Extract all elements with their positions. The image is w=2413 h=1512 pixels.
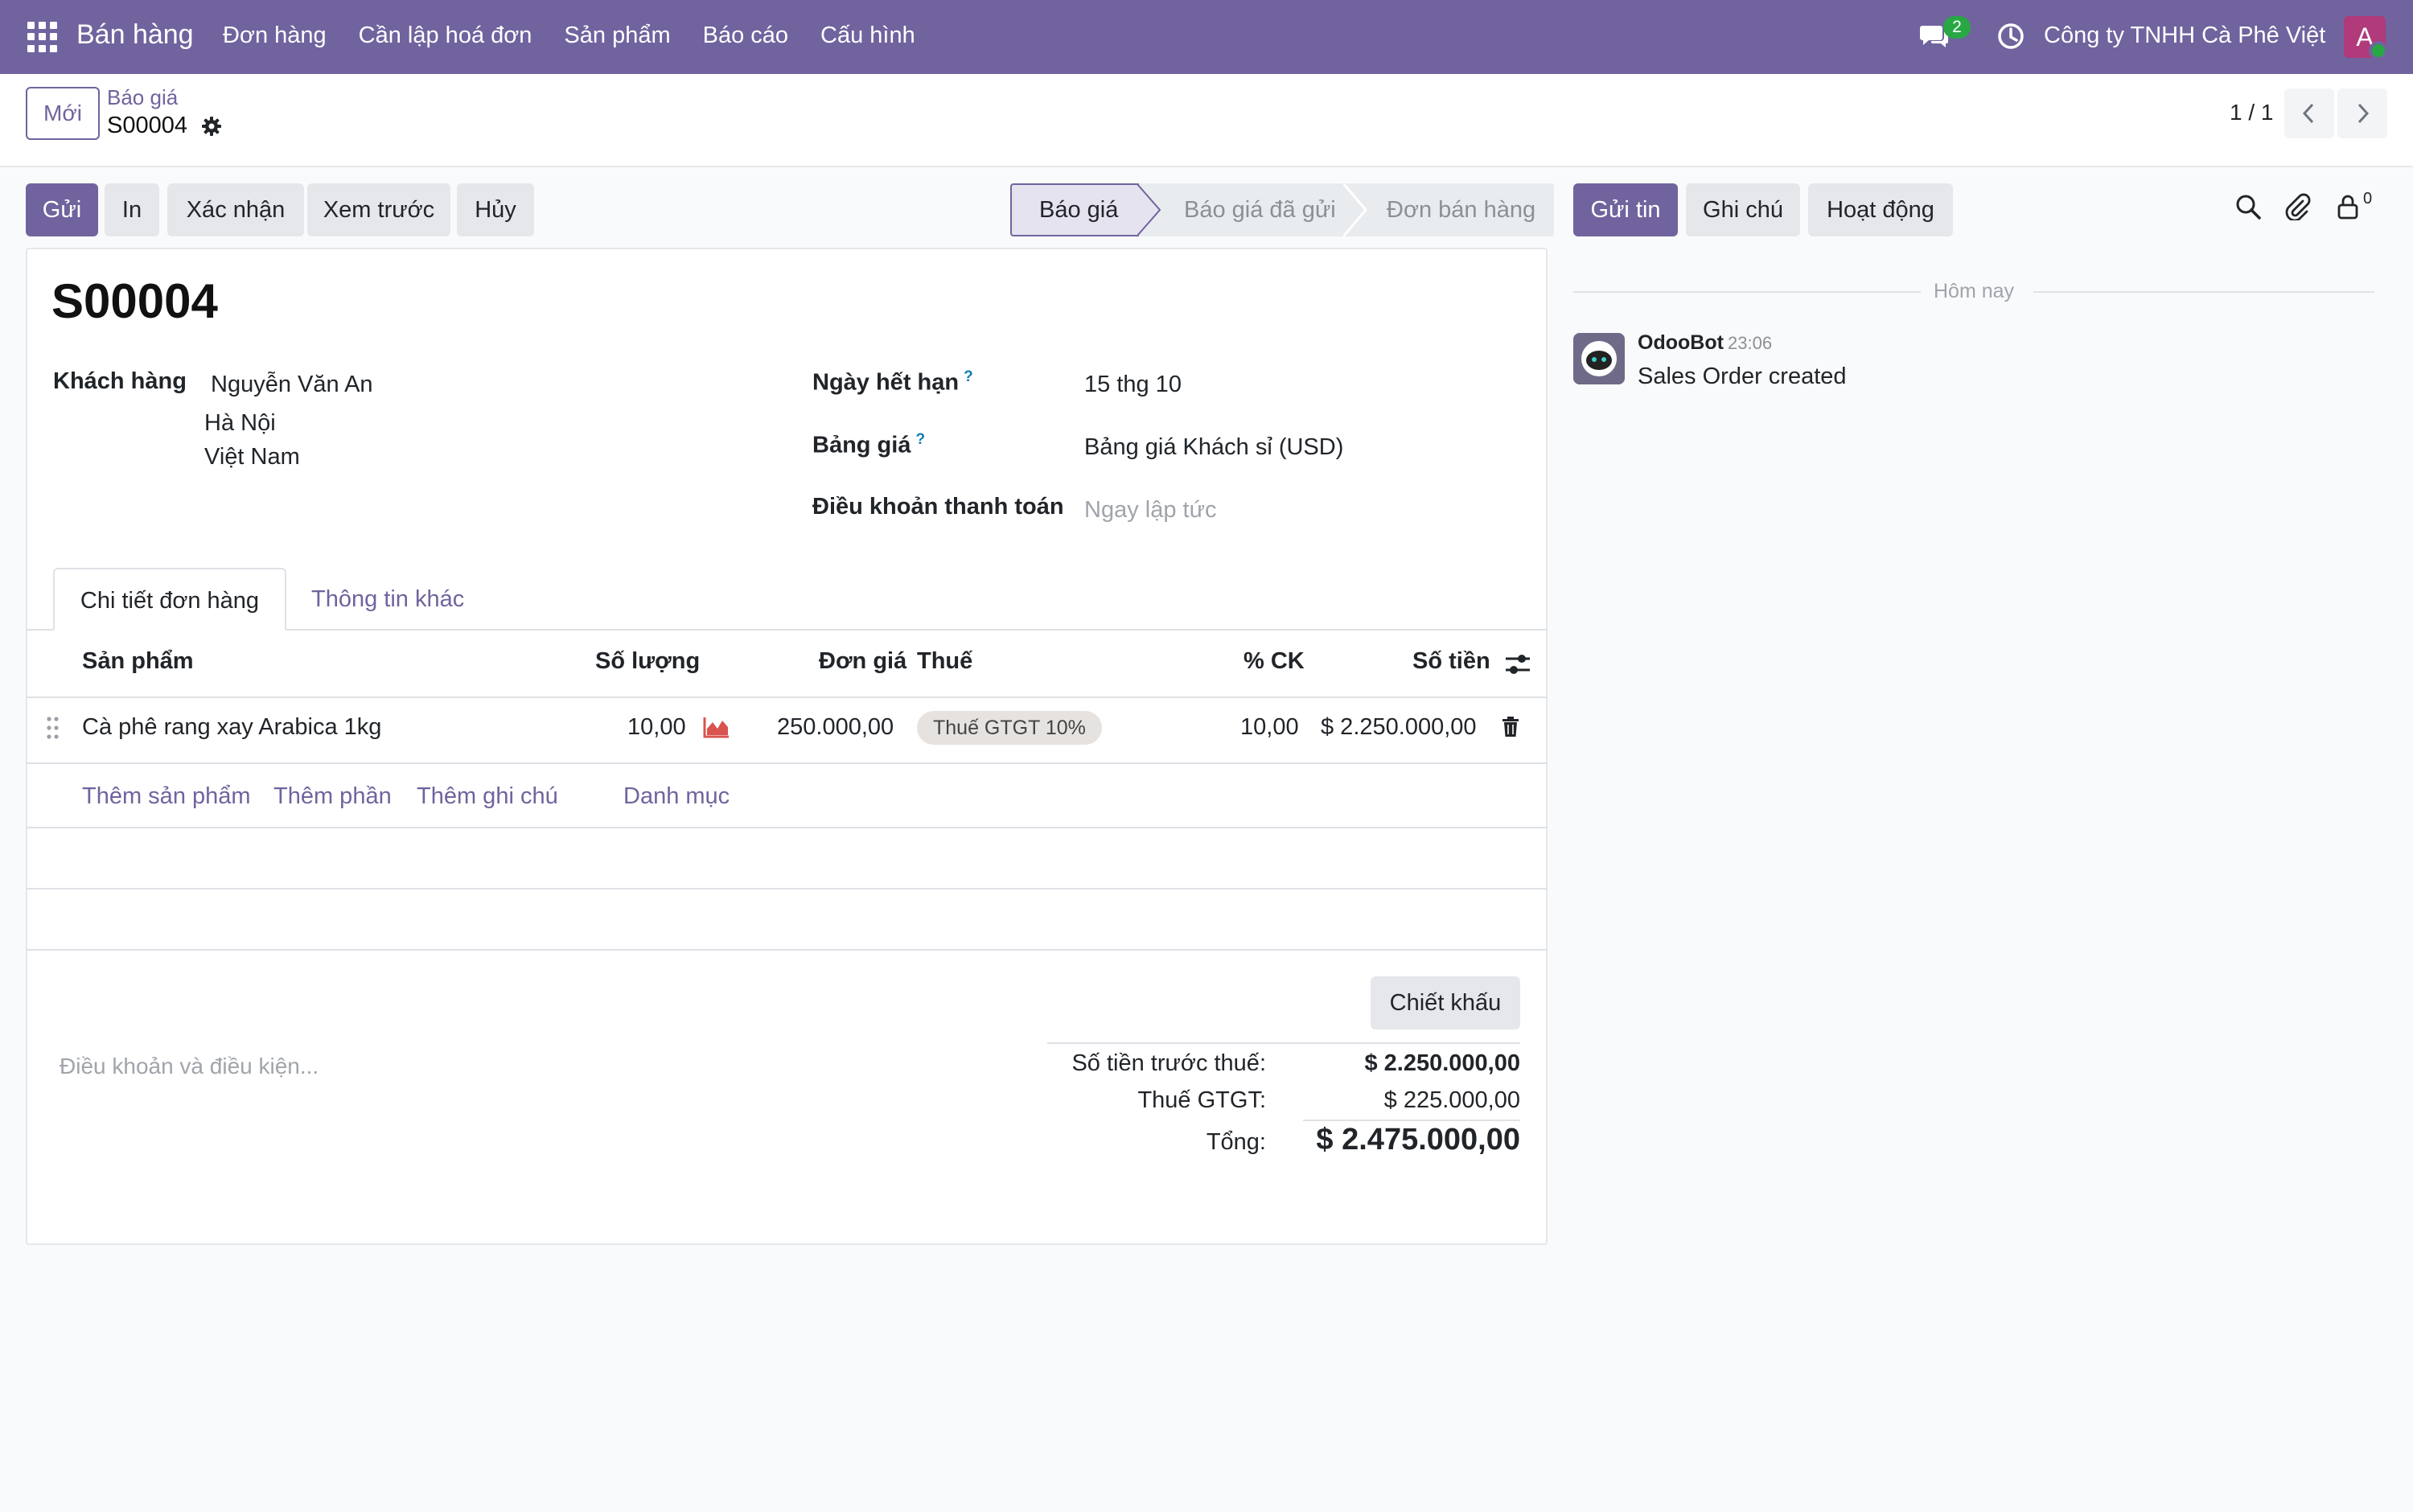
add-product-link[interactable]: Thêm sản phẩm	[82, 783, 251, 810]
menu-item-products[interactable]: Sản phẩm	[564, 23, 670, 49]
status-bar: Báo giá Báo giá đã gửi Đơn bán hàng	[1010, 183, 1554, 236]
line-discount[interactable]: 10,00	[1240, 714, 1299, 741]
pager-value[interactable]: 1 / 1	[2230, 100, 2273, 125]
tab-other-info[interactable]: Thông tin khác	[311, 568, 464, 631]
paperclip-icon[interactable]	[2284, 193, 2312, 220]
menu-item-configuration[interactable]: Cấu hình	[820, 23, 915, 49]
send-message-button[interactable]: Gửi tin	[1573, 183, 1678, 236]
chevron-right-icon	[2358, 103, 2370, 124]
date-separator: Hôm nay	[1934, 280, 2015, 302]
activity-clock-icon[interactable]	[1996, 22, 2025, 51]
drag-handle-icon[interactable]	[45, 716, 61, 740]
print-button[interactable]: In	[105, 183, 159, 236]
line-subtotal: $ 2.250.000,00	[1321, 714, 1477, 740]
stage-quotation[interactable]: Báo giá	[1010, 183, 1139, 236]
payment-terms-label: Điều khoản thanh toán	[812, 494, 1064, 520]
column-settings-icon[interactable]	[1504, 651, 1531, 677]
discount-button[interactable]: Chiết khấu	[1371, 976, 1520, 1029]
untaxed-amount-label: Số tiền trước thuế:	[1071, 1050, 1266, 1076]
column-unit-price[interactable]: Đơn giá	[819, 648, 906, 675]
messages-count-badge: 2	[1943, 16, 1971, 39]
message-author[interactable]: OdooBot	[1638, 331, 1724, 355]
column-product[interactable]: Sản phẩm	[82, 648, 194, 675]
pricelist-label: Bảng giá?	[812, 431, 926, 458]
totals-divider	[1047, 1042, 1520, 1044]
log-note-button[interactable]: Ghi chú	[1686, 183, 1800, 236]
header-divider	[26, 696, 1548, 698]
expiry-date-field[interactable]: 15 thg 10	[1084, 372, 1182, 398]
tax-amount-value: $ 225.000,00	[1383, 1087, 1520, 1113]
stage-sales-order[interactable]: Đơn bán hàng	[1345, 183, 1554, 236]
total-label: Tổng:	[1206, 1129, 1266, 1155]
expiry-label: Ngày hết hạn?	[812, 368, 973, 396]
column-quantity[interactable]: Số lượng	[595, 648, 700, 675]
activity-button[interactable]: Hoạt động	[1808, 183, 1953, 236]
cancel-button[interactable]: Hủy	[457, 183, 534, 236]
customer-country: Việt Nam	[204, 444, 300, 470]
total-value: $ 2.475.000,00	[1316, 1123, 1520, 1157]
catalog-link[interactable]: Danh mục	[623, 783, 730, 810]
line-product[interactable]: Cà phê rang xay Arabica 1kg	[82, 714, 381, 741]
breadcrumb-current: S00004	[107, 113, 187, 138]
pricelist-field[interactable]: Bảng giá Khách sỉ (USD)	[1084, 434, 1343, 461]
order-number: S00004	[51, 274, 218, 328]
breadcrumb-parent[interactable]: Báo giá	[107, 85, 178, 110]
confirm-button[interactable]: Xác nhận	[167, 183, 304, 236]
row-divider	[26, 888, 1548, 890]
terms-conditions-field[interactable]: Điều khoản và điều kiện...	[60, 1054, 319, 1079]
add-section-link[interactable]: Thêm phần	[273, 783, 392, 810]
help-tooltip-icon[interactable]: ?	[964, 368, 973, 385]
company-switcher[interactable]: Công ty TNHH Cà Phê Việt	[2044, 23, 2325, 49]
line-unit-price[interactable]: 250.000,00	[777, 714, 894, 741]
forecast-chart-icon[interactable]	[703, 716, 730, 738]
app-name[interactable]: Bán hàng	[76, 19, 194, 51]
preview-button[interactable]: Xem trước	[307, 183, 450, 236]
search-icon[interactable]	[2234, 193, 2262, 220]
pager-next-button[interactable]	[2337, 88, 2387, 138]
stage-quotation-sent[interactable]: Báo giá đã gửi	[1139, 183, 1345, 236]
new-button[interactable]: Mới	[26, 87, 100, 140]
tab-order-lines[interactable]: Chi tiết đơn hàng	[53, 568, 286, 631]
followers-count: 0	[2363, 190, 2373, 207]
date-divider-left	[1573, 291, 1921, 293]
delete-trash-icon[interactable]	[1501, 716, 1520, 738]
followers-lock-icon[interactable]	[2336, 193, 2360, 220]
column-subtotal[interactable]: Số tiền	[1412, 648, 1490, 675]
message-body: Sales Order created	[1638, 364, 1847, 389]
message-time: 23:06	[1728, 333, 1773, 353]
main-menu: Đơn hàng Cần lập hoá đơn Sản phẩm Báo cá…	[223, 23, 948, 49]
robot-icon	[1573, 333, 1625, 384]
customer-name-field[interactable]: Nguyễn Văn An	[211, 372, 373, 398]
menu-item-orders[interactable]: Đơn hàng	[223, 23, 327, 49]
menu-item-reporting[interactable]: Báo cáo	[703, 23, 788, 49]
column-discount[interactable]: % CK	[1243, 648, 1305, 675]
control-panel: Mới Báo giá S00004 1 / 1	[0, 74, 2413, 167]
menu-item-to-invoice[interactable]: Cần lập hoá đơn	[359, 23, 532, 49]
odoobot-avatar[interactable]	[1573, 333, 1625, 384]
help-tooltip-icon[interactable]: ?	[915, 431, 925, 448]
row-divider	[26, 827, 1548, 828]
chevron-left-icon	[2302, 103, 2314, 124]
payment-terms-field[interactable]: Ngay lập tức	[1084, 497, 1216, 524]
gear-icon[interactable]	[201, 116, 222, 137]
pager-previous-button[interactable]	[2284, 88, 2334, 138]
total-divider	[1303, 1120, 1520, 1121]
untaxed-amount-value: $ 2.250.000,00	[1364, 1050, 1520, 1076]
top-navbar: Bán hàng Đơn hàng Cần lập hoá đơn Sản ph…	[0, 0, 2413, 74]
column-taxes[interactable]: Thuế	[917, 648, 972, 675]
customer-city: Hà Nội	[204, 410, 276, 436]
apps-menu-icon[interactable]	[27, 22, 58, 52]
line-quantity[interactable]: 10,00	[627, 714, 686, 741]
send-button[interactable]: Gửi	[26, 183, 98, 236]
date-divider-right	[2033, 291, 2374, 293]
row-divider	[26, 762, 1548, 764]
tax-amount-label: Thuế GTGT:	[1137, 1087, 1266, 1113]
row-divider	[26, 949, 1548, 951]
online-status-dot	[2369, 41, 2388, 60]
stage-arrow-separator	[1343, 183, 1367, 236]
add-note-link[interactable]: Thêm ghi chú	[417, 783, 558, 810]
stage-arrow-active	[1137, 183, 1161, 236]
line-tax-tag[interactable]: Thuế GTGT 10%	[917, 711, 1102, 745]
customer-label: Khách hàng	[53, 368, 187, 394]
